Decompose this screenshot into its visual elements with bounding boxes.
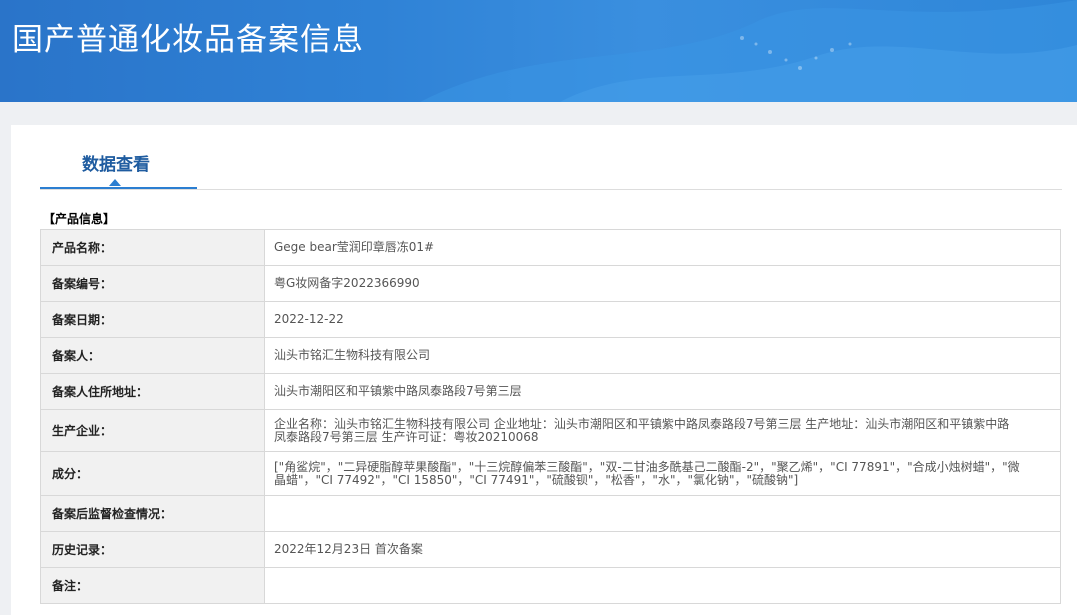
row-label: 备案人住所地址： xyxy=(40,373,265,410)
row-value xyxy=(264,495,1061,532)
tab-bar: 数据查看 xyxy=(40,125,1062,190)
row-label: 备案编号： xyxy=(40,265,265,302)
row-value: 粤G妆网备字2022366990 xyxy=(264,265,1061,302)
table-row: 备案日期： 2022-12-22 xyxy=(40,301,1061,338)
table-row: 备案编号： 粤G妆网备字2022366990 xyxy=(40,265,1061,302)
table-row: 历史记录： 2022年12月23日 首次备案 xyxy=(40,531,1061,568)
section-heading: 【产品信息】 xyxy=(43,212,116,226)
row-label: 备案人： xyxy=(40,337,265,374)
row-label: 产品名称： xyxy=(40,229,265,266)
table-row: 备案后监督检查情况： xyxy=(40,495,1061,532)
table-row: 生产企业： 企业名称：汕头市铭汇生物科技有限公司 企业地址：汕头市潮阳区和平镇紫… xyxy=(40,409,1061,452)
table-row: 备案人住所地址： 汕头市潮阳区和平镇紫中路凤泰路段7号第三层 xyxy=(40,373,1061,410)
active-tab-caret-icon xyxy=(109,179,121,186)
row-value: 企业名称：汕头市铭汇生物科技有限公司 企业地址：汕头市潮阳区和平镇紫中路凤泰路段… xyxy=(264,409,1061,452)
tab-label: 数据查看 xyxy=(82,155,150,175)
page-title: 国产普通化妆品备案信息 xyxy=(12,22,364,58)
row-value: 汕头市铭汇生物科技有限公司 xyxy=(264,337,1061,374)
row-value: 汕头市潮阳区和平镇紫中路凤泰路段7号第三层 xyxy=(264,373,1061,410)
content-panel: 数据查看 【产品信息】 产品名称： Gege bear莹润印章唇冻01# 备案编… xyxy=(11,125,1077,615)
row-value: Gege bear莹润印章唇冻01# xyxy=(264,229,1061,266)
row-value: ["角鲨烷"，"二异硬脂醇苹果酸酯"，"十三烷醇偏苯三酸酯"，"双-二甘油多酰基… xyxy=(264,451,1061,496)
row-label: 生产企业： xyxy=(40,409,265,452)
header-banner: 国产普通化妆品备案信息 xyxy=(0,0,1077,102)
row-value: 2022-12-22 xyxy=(264,301,1061,338)
table-row: 备注： xyxy=(40,567,1061,604)
row-label: 成分： xyxy=(40,451,265,496)
table-row: 备案人： 汕头市铭汇生物科技有限公司 xyxy=(40,337,1061,374)
row-label: 备注： xyxy=(40,567,265,604)
tab-data-view[interactable]: 数据查看 xyxy=(40,125,197,189)
row-label: 备案日期： xyxy=(40,301,265,338)
row-label: 备案后监督检查情况： xyxy=(40,495,265,532)
product-info-table: 产品名称： Gege bear莹润印章唇冻01# 备案编号： 粤G妆网备字202… xyxy=(40,229,1061,604)
row-value: 2022年12月23日 首次备案 xyxy=(264,531,1061,568)
table-row: 成分： ["角鲨烷"，"二异硬脂醇苹果酸酯"，"十三烷醇偏苯三酸酯"，"双-二甘… xyxy=(40,451,1061,496)
row-label: 历史记录： xyxy=(40,531,265,568)
table-row: 产品名称： Gege bear莹润印章唇冻01# xyxy=(40,229,1061,266)
row-value xyxy=(264,567,1061,604)
